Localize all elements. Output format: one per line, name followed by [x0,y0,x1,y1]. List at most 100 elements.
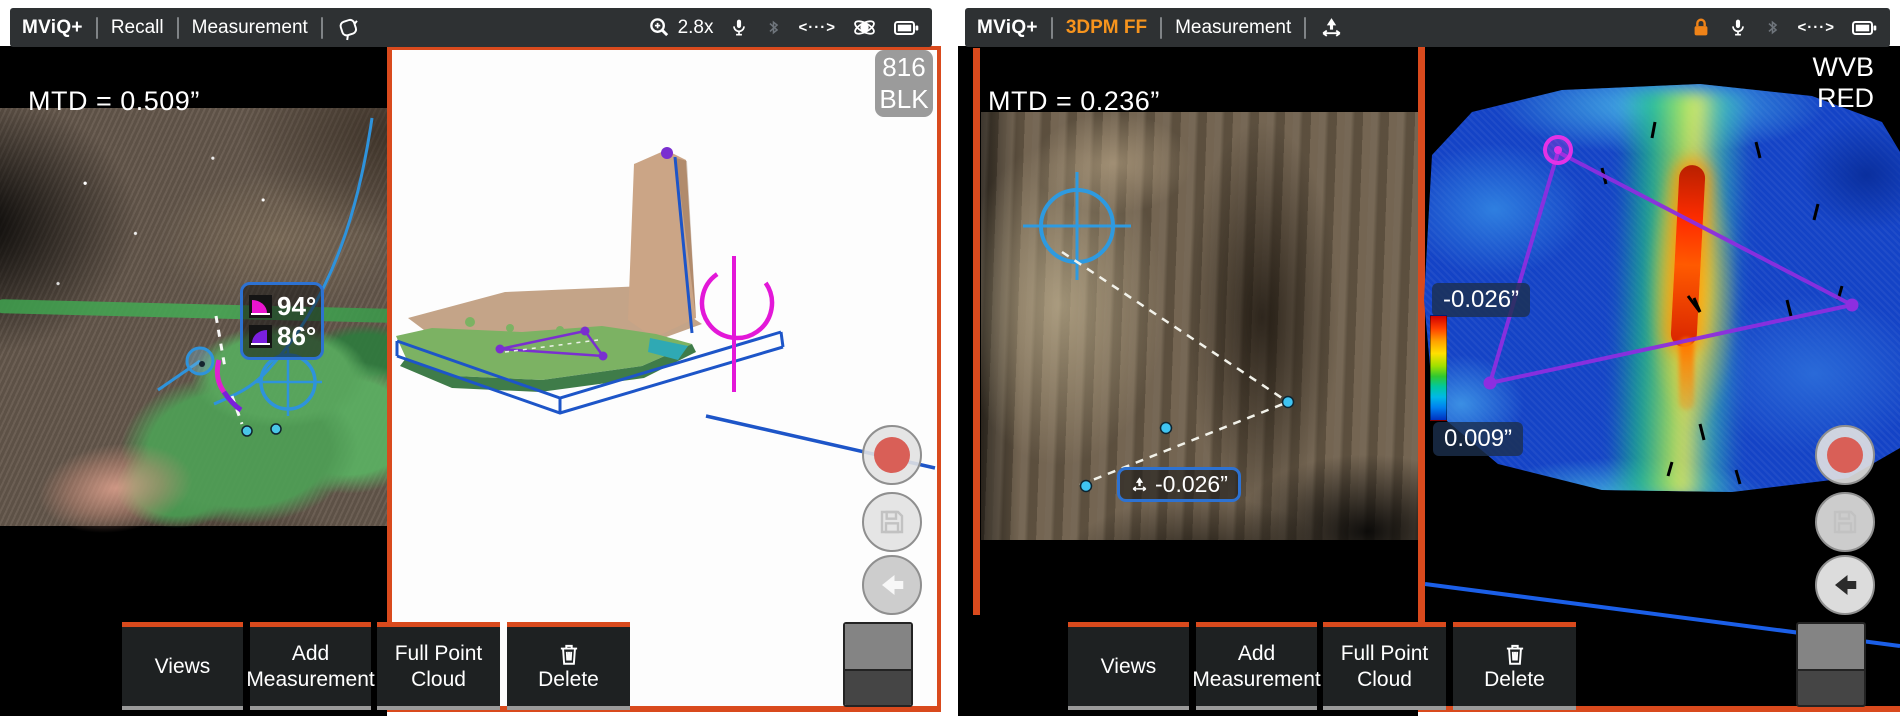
menu-recall[interactable]: Recall [111,17,164,39]
menu-measurement[interactable]: Measurement [1175,17,1291,39]
mode-badge: WVB RED [1812,52,1874,114]
depth-value: -0.026” [1155,471,1228,498]
microphone-icon [1728,17,1748,39]
active-view-border [973,48,980,615]
stamp-annotation-icon[interactable] [336,15,362,41]
depth-measurement-label[interactable]: -0.026” [1117,467,1241,502]
gyro-orientation-icon [852,15,877,40]
button-label: Views [155,654,211,680]
badge-line: RED [1812,83,1874,114]
save-button[interactable] [1815,492,1875,552]
status-cluster: <···> [1690,16,1878,40]
menu-3dpm-ff[interactable]: 3DPM FF [1066,17,1147,39]
views-button[interactable]: Views [122,622,243,706]
back-button[interactable] [862,555,922,615]
data-link-icon: <···> [798,19,836,36]
depth-plane-cursor-icon[interactable] [1319,15,1344,40]
zoom-level: 2.8x [678,17,714,39]
floppy-save-icon [876,506,908,538]
angle-magenta-icon [249,295,272,318]
menu-measurement[interactable]: Measurement [192,17,308,39]
brand-menu[interactable]: MViQ+ [22,17,83,39]
titlebar-menus: MViQ+ Recall Measurement [22,15,362,41]
split-top [1798,624,1864,671]
button-label: Cloud [1357,667,1412,693]
record-button[interactable] [862,425,922,485]
button-label: Add [292,641,329,667]
badge-line: WVB [1812,52,1874,83]
divider [1051,17,1053,39]
live-image-view [0,46,387,716]
button-label: Measurement [1192,667,1320,693]
views-button[interactable]: Views [1068,622,1189,706]
battery-icon [1851,19,1878,37]
record-button[interactable] [1815,425,1875,485]
titlebar: MViQ+ 3DPM FF Measurement [965,8,1890,47]
angle-row: 86° [249,323,315,349]
angle-row: 94° [249,293,315,319]
bluetooth-icon [1764,17,1781,38]
button-label: Views [1101,654,1157,680]
depth-plane-icon [1130,475,1149,494]
view-split-indicator[interactable] [843,622,913,707]
arrow-left-icon [877,570,907,600]
angle-measurement-label[interactable]: 94° 86° [240,282,324,360]
mtd-readout: MTD = 0.236” [988,86,1160,117]
status-cluster: 2.8x <···> [648,15,920,40]
scale-min-label: 0.009” [1433,422,1523,456]
delete-button[interactable]: Delete [507,622,630,706]
record-dot-icon [874,437,910,473]
zoom-control[interactable]: 2.8x [648,16,714,39]
live-image-view [958,46,1418,716]
bluetooth-icon [765,17,782,38]
mviq-recall-screen: MViQ+ Recall Measurement 2.8x [0,0,948,726]
titlebar-menus: MViQ+ 3DPM FF Measurement [977,15,1344,40]
badge-line: 816 [882,52,925,83]
badge-line: BLK [879,84,928,115]
button-label: Delete [538,667,599,693]
view-split-indicator[interactable] [1796,622,1866,707]
arrow-left-icon [1830,570,1860,600]
angle-value: 94° [277,293,316,319]
divider [321,17,323,39]
depth-color-scale [1430,315,1447,421]
record-dot-icon [1827,437,1863,473]
divider [177,17,179,39]
button-label: Full Point [395,641,483,667]
button-label: Full Point [1341,641,1429,667]
magnifier-zoom-icon [648,16,671,39]
add-measurement-button[interactable]: Add Measurement [1196,622,1317,706]
trash-icon [1502,641,1528,667]
delete-button[interactable]: Delete [1453,622,1576,706]
split-bottom [845,671,911,705]
scale-max-label: -0.026” [1432,283,1530,317]
brand-menu[interactable]: MViQ+ [977,17,1038,39]
full-point-cloud-button[interactable]: Full Point Cloud [377,622,500,706]
file-id-badge: 816 BLK [875,50,933,117]
depth-crack-tail [1679,338,1694,410]
screen-lock-icon [1690,16,1712,40]
full-point-cloud-button[interactable]: Full Point Cloud [1323,622,1446,706]
divider [96,17,98,39]
dual-screenshot-stage: MViQ+ Recall Measurement 2.8x [0,0,1900,726]
button-label: Delete [1484,667,1545,693]
angle-value: 86° [277,323,316,349]
save-button[interactable] [862,492,922,552]
angle-purple-icon [249,325,272,348]
floppy-save-icon [1829,506,1861,538]
titlebar: MViQ+ Recall Measurement 2.8x [10,8,932,47]
point-cloud-view[interactable] [387,46,941,712]
button-label: Add [1238,641,1275,667]
divider [1304,17,1306,39]
button-label: Measurement [246,667,374,693]
mtd-readout: MTD = 0.509” [28,86,200,117]
button-label: Cloud [411,667,466,693]
mviq-3dpm-screen: MViQ+ 3DPM FF Measurement [953,0,1900,726]
split-top [845,624,911,671]
add-measurement-button[interactable]: Add Measurement [250,622,371,706]
battery-icon [893,19,920,37]
split-bottom [1798,671,1864,705]
back-button[interactable] [1815,555,1875,615]
data-link-icon: <···> [1797,19,1835,36]
trash-icon [556,641,582,667]
